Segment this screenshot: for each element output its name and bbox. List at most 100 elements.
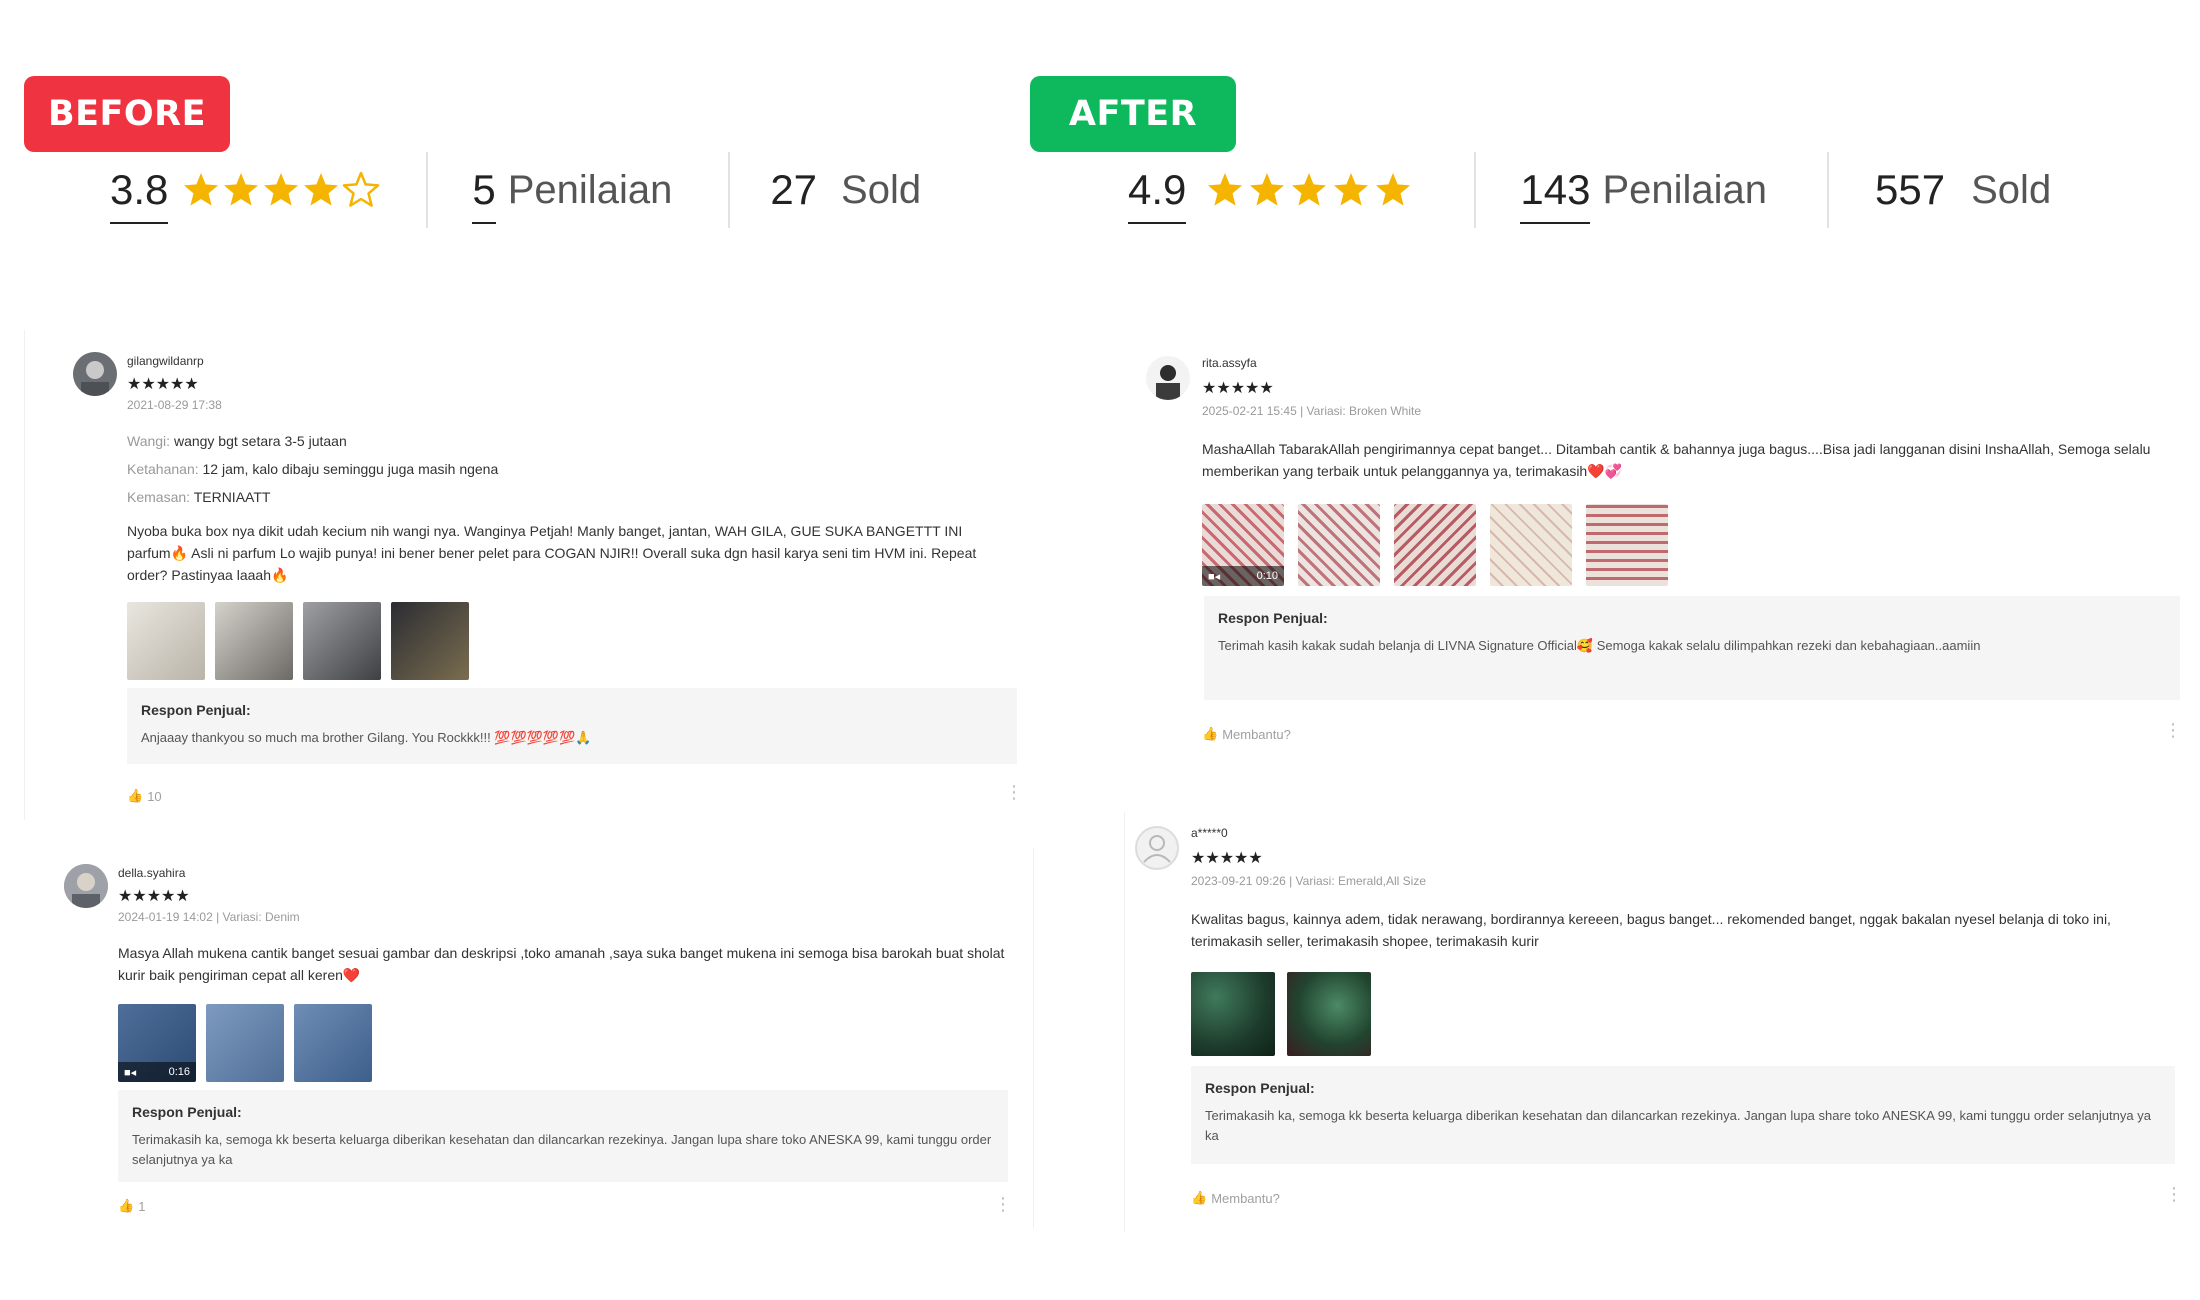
star-filled-icon: [304, 173, 339, 206]
like-button[interactable]: 👍 10: [127, 788, 162, 804]
review-photo[interactable]: [1394, 504, 1476, 586]
review-count-label: Penilaian: [1602, 167, 1768, 212]
helpful-label: Membantu?: [1222, 726, 1291, 742]
rating-value: 4.9: [1128, 166, 1187, 224]
thumbs-up-icon: 👍: [1191, 1190, 1208, 1205]
seller-response: Respon Penjual: Terimakasih ka, semoga k…: [1191, 1066, 2175, 1164]
video-overlay: ■◂ 0:16: [118, 1062, 196, 1082]
seller-response: Respon Penjual: Terimakasih ka, semoga k…: [118, 1090, 1008, 1182]
review-text: Masya Allah mukena cantik banget sesuai …: [118, 945, 1005, 983]
review-media: ■◂ 0:16: [118, 1004, 372, 1082]
like-count: 1: [138, 1198, 146, 1214]
review-photo[interactable]: [391, 602, 469, 680]
before-review-count[interactable]: 5 Penilaian: [472, 150, 672, 230]
before-rating: 3.8: [110, 150, 380, 230]
reviewer-name[interactable]: gilangwildanrp: [127, 354, 204, 368]
review-photo[interactable]: [1298, 504, 1380, 586]
sold-value: 27: [770, 166, 818, 213]
review-card: a*****0 ★★★★★ 2023-09-21 09:26 | Variasi…: [1124, 812, 2184, 1232]
review-stars: ★★★★★: [127, 376, 199, 393]
video-overlay: ■◂ 0:10: [1202, 566, 1284, 586]
field-row: Wangi: wangy bgt setara 3-5 jutaan: [127, 430, 1007, 452]
helpful-button[interactable]: 👍 Membantu?: [1202, 726, 1291, 742]
seller-response-text: Anjaaay thankyou so much ma brother Gila…: [141, 730, 592, 745]
video-camera-icon: ■◂: [1208, 570, 1221, 583]
reviewer-name[interactable]: della.syahira: [118, 866, 185, 880]
avatar[interactable]: [64, 864, 108, 908]
after-sold: 557 Sold: [1875, 150, 2051, 230]
divider: [1827, 152, 1830, 228]
sold-label: Sold: [841, 167, 922, 212]
helpful-label: Membantu?: [1211, 1190, 1280, 1206]
sold-label: Sold: [1971, 167, 2052, 212]
review-meta: 2023-09-21 09:26 | Variasi: Emerald,All …: [1191, 874, 1427, 888]
star-filled-icon: [1376, 173, 1411, 206]
review-meta: 2025-02-21 15:45 | Variasi: Broken White: [1202, 404, 1422, 418]
field-row: Ketahanan: 12 jam, kalo dibaju seminggu …: [127, 458, 1007, 480]
seller-response-text: Terimah kasih kakak sudah belanja di LIV…: [1218, 638, 1981, 653]
like-count: 10: [147, 788, 162, 804]
field-key: Ketahanan:: [127, 461, 199, 477]
video-duration: 0:16: [168, 1066, 190, 1078]
thumbs-up-icon: 👍: [1202, 726, 1219, 741]
review-photo[interactable]: [294, 1004, 372, 1082]
rating-value: 3.8: [110, 166, 169, 224]
avatar[interactable]: [1135, 826, 1179, 870]
reviewer-name[interactable]: rita.assyfa: [1202, 356, 1257, 370]
star-filled-icon: [1292, 173, 1327, 206]
divider: [728, 152, 731, 228]
star-outline-icon: [343, 171, 380, 207]
review-video[interactable]: ■◂ 0:10: [1202, 504, 1284, 586]
star-filled-icon: [264, 173, 299, 206]
reviewer-name[interactable]: a*****0: [1191, 826, 1228, 840]
more-options-icon[interactable]: ⋮: [2164, 720, 2182, 741]
review-meta: 2021-08-29 17:38: [127, 398, 222, 412]
more-options-icon[interactable]: ⋮: [994, 1194, 1012, 1215]
star-filled-icon: [184, 173, 219, 206]
review-count-value: 143: [1520, 166, 1591, 224]
review-photo[interactable]: [1586, 504, 1668, 586]
field-key: Kemasan:: [127, 489, 191, 505]
sold-value: 557: [1875, 166, 1946, 213]
review-meta: 2024-01-19 14:02 | Variasi: Denim: [118, 910, 300, 924]
avatar[interactable]: [1146, 356, 1190, 400]
review-count-value: 5: [472, 166, 497, 224]
review-stars: ★★★★★: [1202, 380, 1274, 397]
field-value: wangy bgt setara 3-5 jutaan: [173, 433, 347, 449]
more-options-icon[interactable]: ⋮: [1005, 782, 1023, 803]
review-photo[interactable]: [206, 1004, 284, 1082]
review-photo[interactable]: [215, 602, 293, 680]
review-fields: Wangi: wangy bgt setara 3-5 jutaan Ketah…: [127, 430, 1007, 508]
review-video[interactable]: ■◂ 0:16: [118, 1004, 196, 1082]
avatar[interactable]: [73, 352, 117, 396]
helpful-button[interactable]: 👍 Membantu?: [1191, 1190, 1280, 1206]
review-photo[interactable]: [1490, 504, 1572, 586]
like-button[interactable]: 👍 1: [118, 1198, 145, 1214]
review-photo[interactable]: [1287, 972, 1371, 1056]
review-photo[interactable]: [303, 602, 381, 680]
divider: [1474, 152, 1477, 228]
review-photo[interactable]: [127, 602, 205, 680]
field-key: Wangi:: [127, 433, 171, 449]
review-photo[interactable]: [1191, 972, 1275, 1056]
field-value: TERNIAATT: [193, 489, 271, 505]
review-media: ■◂ 0:10: [1202, 504, 1668, 586]
star-filled-icon: [1250, 173, 1285, 206]
before-sold: 27 Sold: [770, 150, 921, 230]
seller-response-title: Respon Penjual:: [132, 1104, 242, 1120]
review-count-label: Penilaian: [507, 167, 673, 212]
rating-stars: [1206, 171, 1412, 209]
after-rating-summary: 4.9 143 Penilaian 557 Sold: [1128, 150, 2051, 230]
after-rating: 4.9: [1128, 150, 1412, 230]
seller-response: Respon Penjual: Terimah kasih kakak suda…: [1204, 596, 2180, 700]
seller-response-text: Terimakasih ka, semoga kk beserta keluar…: [1205, 1108, 2151, 1143]
review-text: Nyoba buka box nya dikit udah kecium nih…: [127, 523, 977, 583]
after-review-count[interactable]: 143 Penilaian: [1520, 150, 1767, 230]
review-stars: ★★★★★: [1191, 850, 1263, 867]
review-text: MashaAllah TabarakAllah pengirimannya ce…: [1202, 441, 2151, 479]
divider: [426, 152, 429, 228]
rating-stars: [182, 171, 380, 209]
video-duration: 0:10: [1256, 570, 1278, 582]
before-rating-summary: 3.8 5 Penilaian 27 Sold: [110, 150, 921, 230]
more-options-icon[interactable]: ⋮: [2165, 1184, 2183, 1205]
